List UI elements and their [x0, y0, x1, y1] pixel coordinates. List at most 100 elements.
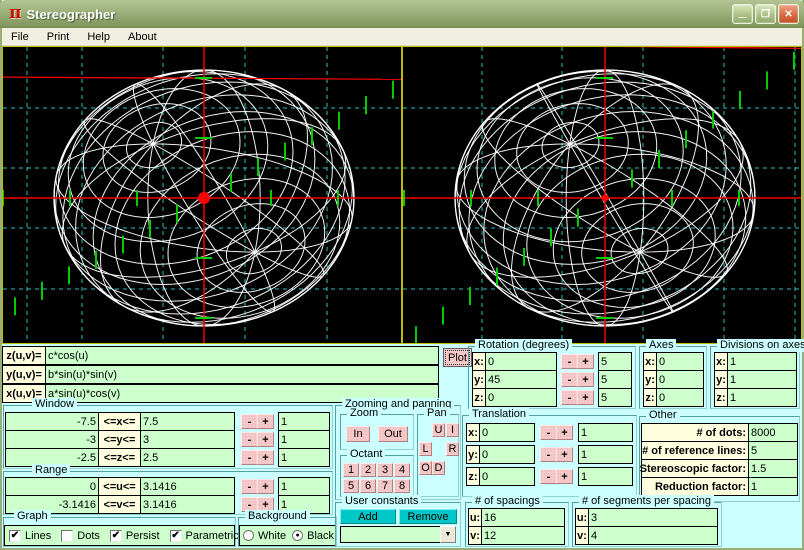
window-x-min[interactable] — [5, 412, 99, 431]
range-v-max[interactable] — [140, 495, 235, 514]
segments-v-value[interactable] — [588, 526, 718, 545]
checkbox-lines[interactable]: ✔ Lines — [9, 530, 51, 542]
window-y-min[interactable] — [5, 430, 99, 449]
translation-z-plus-button[interactable]: + — [556, 469, 573, 484]
translation-y-plus-button[interactable]: + — [556, 447, 573, 462]
rotation-y-plus-button[interactable]: + — [577, 372, 594, 387]
rotation-z-minus-button[interactable]: - — [561, 390, 578, 405]
octant-1-button[interactable]: 1 — [343, 463, 359, 477]
translation-z-step[interactable] — [578, 467, 633, 486]
axes-x-value[interactable] — [656, 352, 704, 371]
zoom-in-button[interactable]: In — [346, 426, 370, 442]
pan-down-button[interactable]: D — [432, 461, 445, 475]
equation-row-z: z(u,v)= — [2, 346, 439, 365]
translation-y-value[interactable] — [479, 445, 535, 464]
translation-z-value[interactable] — [479, 467, 535, 486]
close-button[interactable]: ✕ — [778, 4, 799, 24]
window-x-plus-button[interactable]: + — [257, 414, 274, 429]
octant-3-button[interactable]: 3 — [377, 463, 393, 477]
checkbox-dots[interactable]: Dots — [61, 530, 100, 542]
maximize-button[interactable]: ❐ — [755, 4, 776, 24]
menu-about[interactable]: About — [119, 30, 166, 44]
rotation-z-step[interactable] — [598, 388, 632, 407]
stereoscopic-factor-value[interactable] — [748, 459, 798, 478]
window-y-minus-button[interactable]: - — [241, 432, 258, 447]
octant-2-button[interactable]: 2 — [360, 463, 376, 477]
divisions-z-value[interactable] — [727, 388, 797, 407]
menu-help[interactable]: Help — [78, 30, 119, 44]
minimize-button[interactable]: — — [732, 4, 753, 24]
rotation-x-minus-button[interactable]: - — [561, 354, 578, 369]
radio-black[interactable]: ● Black — [292, 530, 334, 542]
range-u-step[interactable] — [278, 477, 330, 496]
constants-dropdown-value[interactable] — [340, 526, 441, 543]
checkbox-parametric[interactable]: ✔ Parametric — [170, 530, 239, 542]
rotation-x-plus-button[interactable]: + — [577, 354, 594, 369]
window-y-step[interactable] — [278, 430, 330, 449]
checkbox-persist[interactable]: ✔ Persist — [110, 530, 160, 542]
octant-6-button[interactable]: 6 — [360, 479, 376, 493]
translation-x-step[interactable] — [578, 423, 633, 442]
rotation-z-value[interactable] — [485, 388, 557, 407]
stereo-view-left[interactable] — [2, 46, 402, 344]
pan-left-button[interactable]: L — [419, 442, 432, 456]
equation-input-y[interactable] — [45, 365, 439, 384]
octant-8-button[interactable]: 8 — [394, 479, 410, 493]
axes-z-value[interactable] — [656, 388, 704, 407]
translation-x-minus-button[interactable]: - — [540, 425, 557, 440]
axes-y-value[interactable] — [656, 370, 704, 389]
other-group-title: Other — [646, 409, 680, 422]
pan-right-button[interactable]: R — [446, 442, 459, 456]
window-z-minus-button[interactable]: - — [241, 450, 258, 465]
translation-y-minus-button[interactable]: - — [540, 447, 557, 462]
window-x-step[interactable] — [278, 412, 330, 431]
zoom-out-button[interactable]: Out — [378, 426, 408, 442]
range-u-max[interactable] — [140, 477, 235, 496]
menu-print[interactable]: Print — [38, 30, 79, 44]
stereo-view-right[interactable] — [402, 46, 802, 344]
translation-y-step[interactable] — [578, 445, 633, 464]
window-z-plus-button[interactable]: + — [257, 450, 274, 465]
reduction-factor-value[interactable] — [748, 477, 798, 496]
radio-white[interactable]: White — [243, 530, 286, 542]
divisions-x-value[interactable] — [727, 352, 797, 371]
divisions-row-y: y: — [714, 370, 797, 389]
octant-7-button[interactable]: 7 — [377, 479, 393, 493]
spacings-v-value[interactable] — [481, 526, 565, 545]
octant-4-button[interactable]: 4 — [394, 463, 410, 477]
num-dots-value[interactable] — [748, 423, 798, 442]
add-constant-button[interactable]: Add — [340, 509, 396, 524]
pan-in-button[interactable]: I — [446, 423, 459, 437]
translation-z-minus-button[interactable]: - — [540, 469, 557, 484]
window-y-max[interactable] — [140, 430, 235, 449]
constants-dropdown[interactable]: ▼ — [340, 526, 456, 543]
rotation-y-step[interactable] — [598, 370, 632, 389]
pan-up-button[interactable]: U — [432, 423, 445, 437]
dropdown-arrow-icon[interactable]: ▼ — [440, 526, 456, 543]
window-x-minus-button[interactable]: - — [241, 414, 258, 429]
range-u-plus-button[interactable]: + — [257, 479, 274, 494]
spacings-u-value[interactable] — [481, 508, 565, 527]
translation-x-value[interactable] — [479, 423, 535, 442]
rotation-x-step[interactable] — [598, 352, 632, 371]
rotation-z-plus-button[interactable]: + — [577, 390, 594, 405]
octant-5-button[interactable]: 5 — [343, 479, 359, 493]
rotation-x-value[interactable] — [485, 352, 557, 371]
segments-u-value[interactable] — [588, 508, 718, 527]
range-u-min[interactable] — [5, 477, 99, 496]
range-u-minus-button[interactable]: - — [241, 479, 258, 494]
window-z-step[interactable] — [278, 448, 330, 467]
pan-out-button[interactable]: O — [419, 461, 432, 475]
window-z-max[interactable] — [140, 448, 235, 467]
rotation-y-minus-button[interactable]: - — [561, 372, 578, 387]
window-x-max[interactable] — [140, 412, 235, 431]
translation-x-plus-button[interactable]: + — [556, 425, 573, 440]
reference-lines-value[interactable] — [748, 441, 798, 460]
remove-constant-button[interactable]: Remove — [399, 509, 457, 524]
equation-input-z[interactable] — [45, 346, 439, 365]
divisions-y-value[interactable] — [727, 370, 797, 389]
window-y-plus-button[interactable]: + — [257, 432, 274, 447]
menu-file[interactable]: File — [2, 30, 38, 44]
octant-subgroup: Octant 1 2 3 4 5 6 7 8 — [340, 455, 414, 497]
rotation-y-value[interactable] — [485, 370, 557, 389]
